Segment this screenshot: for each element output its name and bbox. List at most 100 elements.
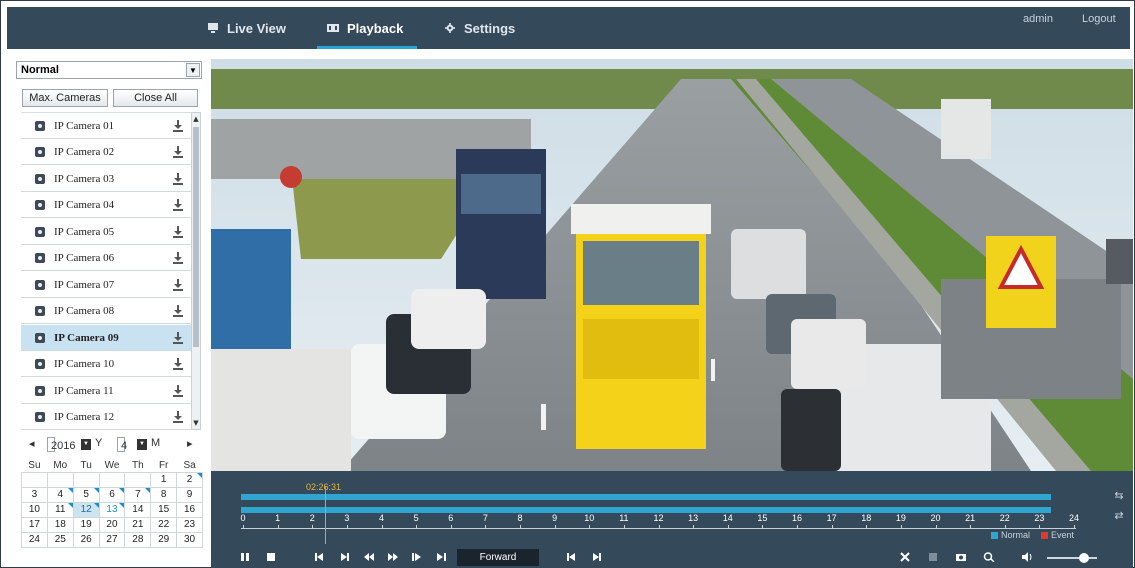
close-all-button[interactable]: Close All (113, 89, 198, 107)
clip-start-button[interactable] (409, 550, 425, 564)
calendar-day[interactable]: 29 (150, 531, 178, 548)
max-cameras-button[interactable]: Max. Cameras (22, 89, 108, 107)
camera-icon (35, 120, 45, 131)
calendar-day[interactable]: 8 (150, 486, 178, 503)
calendar-day[interactable]: 16 (176, 501, 203, 518)
stop-button[interactable] (263, 550, 279, 564)
year-spinner[interactable]: 2016 (47, 437, 75, 452)
download-icon[interactable] (173, 146, 183, 158)
calendar-day[interactable]: 30 (176, 531, 203, 548)
hour-tick-label: 12 (653, 513, 664, 523)
camera-list-item[interactable]: IP Camera 02 (21, 139, 191, 165)
download-icon[interactable] (173, 279, 183, 291)
download-icon[interactable] (173, 252, 183, 264)
download-icon[interactable] (173, 332, 183, 344)
camera-list-item[interactable]: IP Camera 12 (21, 404, 191, 430)
next-month-icon[interactable]: ▸ (187, 437, 193, 450)
camera-list-item[interactable]: IP Camera 01 (21, 113, 191, 139)
calendar-day[interactable]: 11 (46, 501, 74, 518)
camera-list-item[interactable]: IP Camera 10 (21, 351, 191, 377)
calendar-day[interactable]: 7 (124, 486, 152, 503)
video-playback-frame[interactable] (211, 59, 1133, 471)
stream-type-select[interactable]: Normal ▼ (16, 61, 202, 79)
month-spinner[interactable]: 4 (117, 437, 127, 452)
digital-zoom-button[interactable] (981, 550, 997, 564)
calendar-day[interactable]: 14 (124, 501, 152, 518)
year-dropdown-icon[interactable]: ▼ (81, 439, 91, 450)
calendar-day[interactable]: 9 (176, 486, 203, 503)
download-icon[interactable] (173, 120, 183, 132)
calendar-day[interactable]: 12 (72, 501, 100, 518)
download-icon[interactable] (173, 385, 183, 397)
recording-bar-normal[interactable] (241, 494, 1051, 500)
tab-settings[interactable]: Settings (444, 7, 515, 49)
calendar-day[interactable]: 21 (124, 516, 152, 533)
volume-slider-track[interactable] (1047, 557, 1097, 559)
slow-button[interactable] (361, 550, 377, 564)
download-icon[interactable] (173, 173, 183, 185)
calendar-day[interactable]: 20 (98, 516, 126, 533)
save-button[interactable] (925, 550, 941, 564)
camera-label: IP Camera 05 (54, 225, 115, 238)
hour-tick-label: 23 (1034, 513, 1045, 523)
camera-list-item[interactable]: IP Camera 06 (21, 245, 191, 271)
time-cursor[interactable] (325, 486, 326, 544)
playback-direction[interactable]: Forward (457, 549, 539, 566)
step-forward-button[interactable] (337, 550, 353, 564)
calendar-day[interactable]: 24 (21, 531, 48, 548)
scrollbar-thumb[interactable] (193, 127, 199, 347)
download-icon[interactable] (173, 226, 183, 238)
camera-list-item[interactable]: IP Camera 05 (21, 219, 191, 245)
previous-segment-button[interactable] (563, 550, 579, 564)
camera-list-item[interactable]: IP Camera 07 (21, 272, 191, 298)
calendar-day[interactable]: 22 (150, 516, 178, 533)
download-icon[interactable] (173, 305, 183, 317)
calendar-day[interactable]: 27 (98, 531, 126, 548)
logout-link[interactable]: Logout (1082, 13, 1116, 25)
mute-button[interactable] (1019, 550, 1035, 564)
camera-list-item[interactable]: IP Camera 04 (21, 192, 191, 218)
chevron-down-icon[interactable]: ▼ (186, 63, 200, 77)
fast-button[interactable] (385, 550, 401, 564)
calendar-day[interactable]: 28 (124, 531, 152, 548)
camera-list-item[interactable]: IP Camera 08 (21, 298, 191, 324)
calendar-day[interactable]: 6 (98, 486, 126, 503)
calendar-day[interactable]: 1 (150, 471, 178, 488)
zoom-out-timeline-icon[interactable]: ⇄ (1111, 509, 1127, 522)
clip-end-button[interactable] (433, 550, 449, 564)
calendar-day[interactable]: 18 (46, 516, 74, 533)
volume-slider-handle[interactable] (1079, 553, 1089, 563)
calendar-day[interactable]: 15 (150, 501, 178, 518)
calendar-day[interactable]: 17 (21, 516, 48, 533)
pause-button[interactable] (237, 550, 253, 564)
calendar-day[interactable]: 26 (72, 531, 100, 548)
calendar-day[interactable]: 10 (21, 501, 48, 518)
scroll-down-icon[interactable]: ▼ (192, 417, 200, 429)
camera-list-item-selected[interactable]: IP Camera 09 (21, 325, 191, 351)
tab-playback[interactable]: Playback (316, 7, 418, 49)
calendar-day[interactable]: 25 (46, 531, 74, 548)
snapshot-button[interactable] (953, 550, 969, 564)
calendar-day[interactable]: 5 (72, 486, 100, 503)
calendar-day[interactable]: 23 (176, 516, 203, 533)
calendar-week: 17 18 19 20 21 22 23 (21, 516, 203, 533)
next-segment-button[interactable] (589, 550, 605, 564)
calendar-day[interactable]: 19 (72, 516, 100, 533)
zoom-in-timeline-icon[interactable]: ⇆ (1111, 489, 1127, 502)
camera-list-item[interactable]: IP Camera 03 (21, 166, 191, 192)
download-icon[interactable] (173, 358, 183, 370)
month-dropdown-icon[interactable]: ▼ (137, 439, 147, 450)
prev-month-icon[interactable]: ◂ (29, 437, 35, 450)
calendar-day[interactable]: 2 (176, 471, 203, 488)
clip-button[interactable] (897, 550, 913, 564)
calendar-day[interactable]: 13 (98, 501, 126, 518)
download-icon[interactable] (173, 411, 183, 423)
tab-live-view[interactable]: Live View (207, 7, 286, 49)
download-icon[interactable] (173, 199, 183, 211)
calendar-day[interactable]: 3 (21, 486, 48, 503)
step-back-button[interactable] (311, 550, 327, 564)
calendar-day[interactable]: 4 (46, 486, 74, 503)
camera-list-item[interactable]: IP Camera 11 (21, 378, 191, 404)
camera-list-scrollbar[interactable]: ▲ ▼ (191, 112, 201, 430)
scroll-up-icon[interactable]: ▲ (192, 113, 200, 125)
